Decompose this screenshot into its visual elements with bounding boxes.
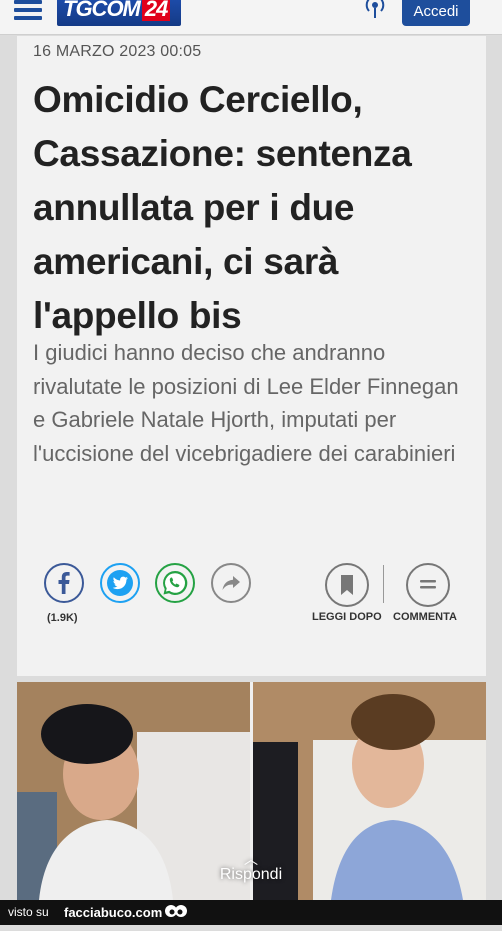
share-icon xyxy=(222,576,240,590)
twitter-icon xyxy=(107,570,133,596)
action-divider xyxy=(383,565,384,603)
logo-text: TGCOM xyxy=(63,0,141,21)
whatsapp-share-button[interactable] xyxy=(155,563,195,603)
article-title: Omicidio Cerciello, Cassazione: sentenza… xyxy=(33,79,412,336)
chevron-up-icon: ︿ xyxy=(244,851,258,867)
reply-button[interactable]: ︿ Rispondi xyxy=(216,852,286,884)
login-button[interactable]: Accedi xyxy=(402,0,470,26)
comment-icon xyxy=(420,580,436,589)
facebook-share-button[interactable] xyxy=(44,563,84,603)
photo-right-person xyxy=(253,682,486,900)
facebook-icon xyxy=(58,572,70,594)
article-photo: ︿ Rispondi xyxy=(17,682,486,900)
read-later-label[interactable]: LEGGI DOPO xyxy=(312,611,382,623)
bookmark-icon xyxy=(341,575,353,595)
broadcast-icon[interactable] xyxy=(362,0,388,20)
facebook-share-count: (1.9K) xyxy=(47,612,78,624)
share-button[interactable] xyxy=(211,563,251,603)
reply-label: Rispondi xyxy=(219,866,283,883)
eyes-logo-icon xyxy=(164,902,188,931)
hamburger-menu-icon[interactable] xyxy=(14,0,42,20)
article-card: 16 MARZO 2023 00:05 Omicidio Cerciello, … xyxy=(17,36,486,676)
footer-site: facciabuco.com xyxy=(64,905,163,920)
whatsapp-icon xyxy=(163,570,188,595)
article-date: 16 MARZO 2023 00:05 xyxy=(33,43,202,60)
watermark-footer: visto su facciabuco.com xyxy=(0,900,502,925)
comment-label[interactable]: COMMENTA xyxy=(393,611,457,623)
logo-number: 24 xyxy=(141,0,171,21)
twitter-share-button[interactable] xyxy=(100,563,140,603)
comment-button[interactable] xyxy=(406,563,450,607)
read-later-button[interactable] xyxy=(325,563,369,607)
tgcom24-logo[interactable]: TGCOM 24 xyxy=(57,0,181,26)
article-summary: I giudici hanno deciso che andranno riva… xyxy=(33,340,459,466)
top-bar: TGCOM 24 Accedi xyxy=(0,0,502,35)
footer-visto-su: visto su xyxy=(8,905,49,919)
